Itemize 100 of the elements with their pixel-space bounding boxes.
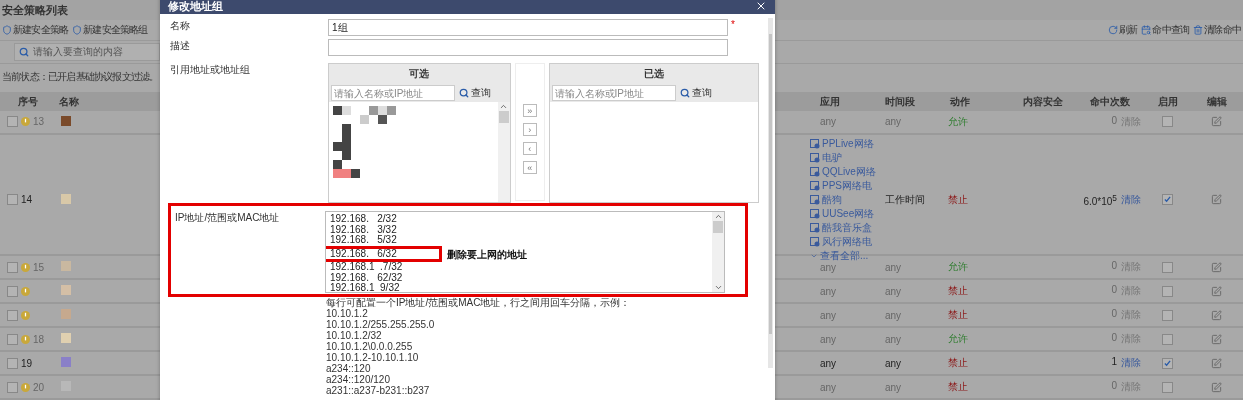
row-checkbox[interactable] xyxy=(7,309,18,321)
search-field[interactable]: 请输入名称或IP地址 xyxy=(551,85,676,101)
example-text: 10.10.1.2-10.10.1.10 xyxy=(326,352,419,363)
text-input[interactable]: 1组 xyxy=(328,19,728,36)
move-button[interactable]: « xyxy=(522,161,537,174)
application-link[interactable]: QQLive网络 xyxy=(810,164,876,179)
hit-count: 0 xyxy=(1111,380,1117,393)
status-text: 当前状态：已开启基础协议报文过滤。 xyxy=(2,70,159,85)
panel-header: 可选 xyxy=(329,64,510,84)
scroll-up-icon[interactable] xyxy=(499,102,509,111)
enable-checkbox[interactable] xyxy=(1162,357,1173,369)
time-period-text: 工作时间 xyxy=(884,192,926,207)
application-link[interactable]: PPS网络电 xyxy=(810,178,872,193)
application-link[interactable]: 酷狗 xyxy=(810,192,842,207)
search-icon xyxy=(19,47,29,58)
scroll-thumb[interactable] xyxy=(769,34,772,334)
time-period-text: any xyxy=(884,285,903,297)
sequence-number: 19 xyxy=(21,357,33,369)
hint-text: 每行可配置一个IP地址/范围或MAC地址，行之间用回车分隔，示例： xyxy=(326,297,631,308)
row-checkbox[interactable] xyxy=(7,194,18,206)
pixelated-block xyxy=(61,115,71,126)
enable-checkbox[interactable] xyxy=(1162,194,1173,206)
edit-icon[interactable] xyxy=(1211,309,1222,321)
row-checkbox[interactable] xyxy=(7,357,18,369)
scroll-thumb[interactable] xyxy=(713,221,723,233)
application-text: any xyxy=(819,381,838,393)
sequence-number: 13 xyxy=(33,116,45,128)
enable-checkbox[interactable] xyxy=(1162,285,1173,297)
row-checkbox[interactable] xyxy=(7,285,18,297)
application-link[interactable]: 酷我音乐盒 xyxy=(810,220,872,235)
row-checkbox[interactable] xyxy=(7,333,18,345)
search-field[interactable]: 请输入要查询的内容 xyxy=(14,43,160,62)
search-field[interactable]: 请输入名称或IP地址 xyxy=(331,85,455,101)
scroll-thumb[interactable] xyxy=(498,111,509,123)
hit-count: 0 xyxy=(1111,260,1117,273)
calendar-search-icon xyxy=(1141,25,1152,36)
clear-link[interactable]: 清除 xyxy=(1121,192,1141,207)
hit-count: 0 xyxy=(1111,114,1117,128)
enable-checkbox[interactable] xyxy=(1162,309,1173,321)
application-text: any xyxy=(819,261,838,273)
shield-icon xyxy=(72,25,83,36)
edit-icon[interactable] xyxy=(1211,194,1222,206)
application-link[interactable]: UUSee网络 xyxy=(810,206,875,221)
move-button[interactable]: ‹ xyxy=(522,142,537,155)
application-link[interactable]: 电驴 xyxy=(810,150,842,165)
toolbar-button[interactable]: 刷新 xyxy=(1107,23,1138,38)
clear-link[interactable]: 清除 xyxy=(1121,356,1141,370)
application-icon xyxy=(810,152,820,163)
scrollbar[interactable] xyxy=(712,212,724,292)
edit-icon[interactable] xyxy=(1211,333,1222,345)
column-header: 编辑 xyxy=(1205,94,1228,109)
example-text: a234::120 xyxy=(326,363,371,374)
scroll-down-icon[interactable] xyxy=(713,283,723,292)
scrollbar[interactable] xyxy=(497,102,510,202)
edit-icon[interactable] xyxy=(1211,116,1222,128)
scrollbar[interactable] xyxy=(768,18,773,368)
hit-count: 0 xyxy=(1111,308,1117,321)
application-text: any xyxy=(819,357,838,369)
action-text: 允许 xyxy=(947,114,969,129)
enable-checkbox[interactable] xyxy=(1162,333,1173,345)
row-checkbox[interactable] xyxy=(7,381,18,393)
annotation-text: 删除要上网的地址 xyxy=(447,248,527,262)
sequence-number: 14 xyxy=(21,194,33,206)
edit-icon[interactable] xyxy=(1211,261,1222,273)
column-header: 序号 xyxy=(16,94,39,109)
view-all-link[interactable]: 查看全部... xyxy=(810,248,869,263)
query-button[interactable]: 查询 xyxy=(459,86,491,100)
enable-checkbox[interactable] xyxy=(1162,381,1173,393)
address-line: 192.168. 3/32 xyxy=(330,224,397,235)
search-icon xyxy=(679,88,690,98)
text-input[interactable] xyxy=(328,39,728,56)
new-policy-button[interactable]: 新建安全策略组 xyxy=(72,23,148,38)
enable-checkbox[interactable] xyxy=(1162,261,1173,273)
sequence-number: 20 xyxy=(33,381,45,393)
shield-icon xyxy=(2,25,12,36)
search-icon xyxy=(459,88,469,98)
toolbar-button[interactable]: 命中查询 xyxy=(1141,23,1190,38)
row-checkbox[interactable] xyxy=(7,261,18,273)
action-text: 允许 xyxy=(947,332,969,346)
time-period-text: any xyxy=(884,116,903,128)
new-policy-button[interactable]: 新建安全策略 xyxy=(2,23,69,38)
trash-icon xyxy=(1193,25,1204,36)
close-icon[interactable] xyxy=(755,0,767,12)
example-text: 10.10.1.2/255.255.255.0 xyxy=(326,319,435,330)
time-period-text: any xyxy=(884,261,903,273)
query-button[interactable]: 查询 xyxy=(679,86,712,100)
enable-checkbox[interactable] xyxy=(1162,116,1173,128)
move-button[interactable]: » xyxy=(522,104,537,117)
application-link[interactable]: 风行网络电 xyxy=(810,234,872,249)
scroll-up-icon[interactable] xyxy=(713,212,723,221)
toolbar-button[interactable]: 清除命中 xyxy=(1193,23,1241,38)
application-icon xyxy=(810,138,820,149)
edit-icon[interactable] xyxy=(1211,357,1222,369)
action-text: 禁止 xyxy=(947,308,969,322)
edit-icon[interactable] xyxy=(1211,381,1222,393)
application-link[interactable]: PPLive网络 xyxy=(810,136,874,151)
edit-icon[interactable] xyxy=(1211,285,1222,297)
row-checkbox[interactable] xyxy=(7,116,18,128)
move-button[interactable]: › xyxy=(522,123,537,136)
hit-count: 6.0*10$^{5}$ xyxy=(1083,192,1117,207)
